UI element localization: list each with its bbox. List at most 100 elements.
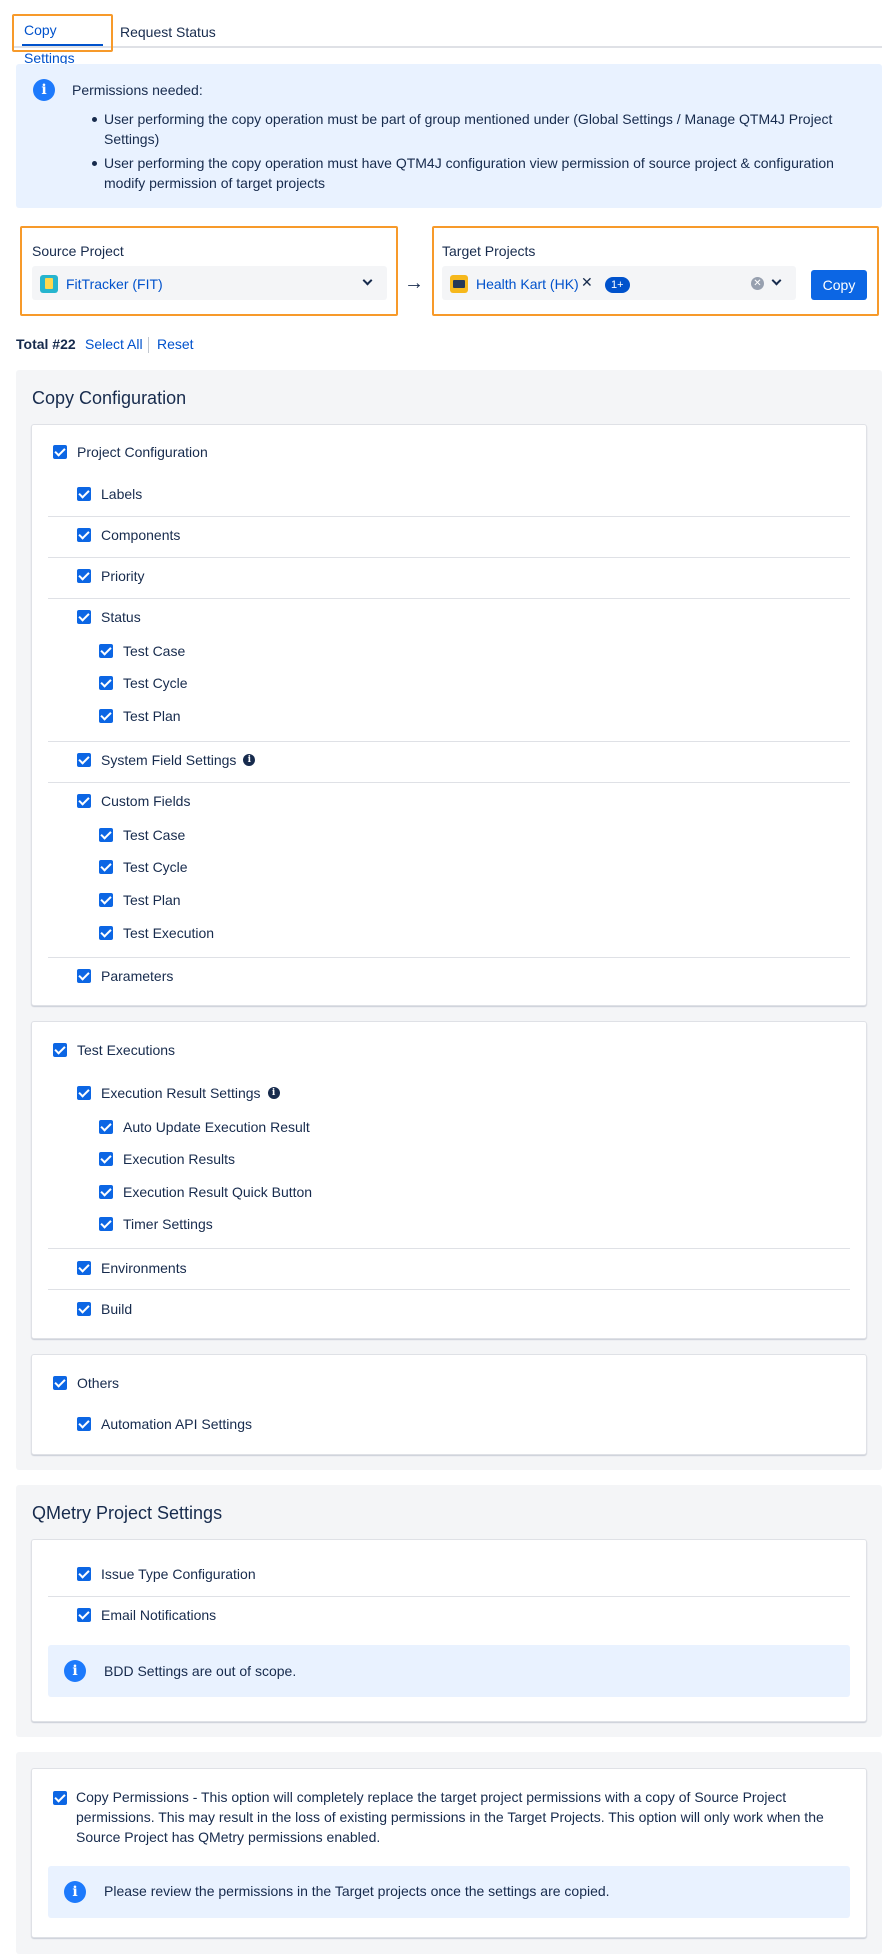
custom-test-cycle-checkbox[interactable]: Test Cycle [99, 859, 188, 875]
clear-icon[interactable]: ✕ [751, 277, 764, 290]
checkbox-label: Auto Update Execution Result [123, 1119, 310, 1135]
components-checkbox[interactable]: Components [77, 527, 180, 543]
divider [48, 741, 850, 742]
checkbox[interactable] [77, 1086, 91, 1100]
build-checkbox[interactable]: Build [77, 1301, 132, 1317]
checkbox[interactable] [99, 926, 113, 940]
checkbox[interactable] [77, 1567, 91, 1581]
checkbox[interactable] [77, 969, 91, 983]
checkbox[interactable] [53, 445, 67, 459]
checkbox-label: Issue Type Configuration [101, 1566, 256, 1582]
checkbox-label: Timer Settings [123, 1216, 213, 1232]
custom-test-execution-checkbox[interactable]: Test Execution [99, 925, 214, 941]
priority-checkbox[interactable]: Priority [77, 568, 145, 584]
status-test-case-checkbox[interactable]: Test Case [99, 643, 185, 659]
permission-bullet-1: User performing the copy operation must … [104, 111, 833, 147]
timer-settings-checkbox[interactable]: Timer Settings [99, 1216, 213, 1232]
copy-button[interactable]: Copy [811, 270, 867, 300]
copy-permissions-checkbox[interactable] [53, 1791, 67, 1805]
checkbox[interactable] [77, 1608, 91, 1622]
execution-result-quick-button-checkbox[interactable]: Execution Result Quick Button [99, 1184, 312, 1200]
select-all-link[interactable]: Select All [85, 336, 143, 352]
checkbox-label: Others [77, 1375, 120, 1391]
checkbox[interactable] [77, 1261, 91, 1275]
custom-test-plan-checkbox[interactable]: Test Plan [99, 892, 181, 908]
email-notifications-checkbox[interactable]: Email Notifications [77, 1607, 216, 1623]
divider [48, 957, 850, 958]
checkbox-label: Execution Results [123, 1151, 236, 1167]
execution-result-settings-checkbox[interactable]: Execution Result Settings i [77, 1085, 280, 1101]
more-projects-badge: 1+ [605, 277, 630, 293]
checkbox[interactable] [99, 893, 113, 907]
divider [48, 557, 850, 558]
checkbox[interactable] [99, 860, 113, 874]
info-icon[interactable]: i [243, 754, 256, 766]
others-checkbox[interactable]: Others [53, 1375, 119, 1391]
checkbox-label: Parameters [101, 968, 174, 984]
checkbox[interactable] [77, 1417, 91, 1431]
reset-link[interactable]: Reset [157, 336, 194, 352]
environments-checkbox[interactable]: Environments [77, 1260, 187, 1276]
checkbox[interactable] [99, 709, 113, 723]
target-projects-label: Target Projects [442, 243, 536, 259]
checkbox-label: Test Cycle [123, 859, 188, 875]
review-permissions-note-text: Please review the permissions in the Tar… [104, 1883, 610, 1899]
checkbox[interactable] [77, 753, 91, 767]
checkbox[interactable] [99, 644, 113, 658]
parameters-checkbox[interactable]: Parameters [77, 968, 173, 984]
status-checkbox[interactable]: Status [77, 609, 141, 625]
checkbox[interactable] [77, 794, 91, 808]
checkbox[interactable] [77, 528, 91, 542]
auto-update-execution-result-checkbox[interactable]: Auto Update Execution Result [99, 1119, 310, 1135]
fittracker-project-icon [40, 275, 58, 293]
checkbox[interactable] [99, 1185, 113, 1199]
bullet [92, 161, 97, 166]
test-executions-card [31, 1021, 867, 1339]
checkbox[interactable] [77, 569, 91, 583]
checkbox[interactable] [99, 1120, 113, 1134]
status-test-cycle-checkbox[interactable]: Test Cycle [99, 675, 188, 691]
source-project-label: Source Project [32, 243, 124, 259]
info-icon[interactable]: i [267, 1087, 280, 1099]
copy-configuration-title: Copy Configuration [32, 388, 187, 408]
tab-request-status[interactable]: Request Status [120, 18, 216, 50]
custom-fields-checkbox[interactable]: Custom Fields [77, 793, 190, 809]
execution-results-checkbox[interactable]: Execution Results [99, 1151, 235, 1167]
total-count: Total #22 [16, 336, 76, 352]
checkbox-label: Test Plan [123, 892, 181, 908]
system-field-settings-checkbox[interactable]: System Field Settings i [77, 752, 256, 768]
bullet [92, 117, 97, 122]
checkbox[interactable] [77, 1302, 91, 1316]
checkbox-label: System Field Settings [101, 752, 237, 768]
labels-checkbox[interactable]: Labels [77, 486, 142, 502]
checkbox[interactable] [99, 676, 113, 690]
checkbox[interactable] [53, 1376, 67, 1390]
checkbox-label: Custom Fields [101, 793, 191, 809]
checkbox[interactable] [99, 828, 113, 842]
checkbox[interactable] [77, 610, 91, 624]
tab-copy-settings[interactable]: Copy Settings [12, 14, 113, 66]
checkbox[interactable] [99, 1152, 113, 1166]
divider [48, 782, 850, 783]
checkbox-label: Components [101, 527, 181, 543]
automation-api-settings-checkbox[interactable]: Automation API Settings [77, 1416, 252, 1432]
checkbox-label: Execution Result Settings [101, 1085, 261, 1101]
remove-tag-icon[interactable]: ✕ [581, 274, 593, 291]
status-test-plan-checkbox[interactable]: Test Plan [99, 708, 181, 724]
healthkart-project-icon [450, 275, 468, 293]
target-project-value: Health Kart (HK) [476, 276, 579, 292]
checkbox[interactable] [99, 1217, 113, 1231]
qmetry-project-settings-title: QMetry Project Settings [32, 1503, 223, 1523]
checkbox-label: Environments [101, 1260, 187, 1276]
custom-test-case-checkbox[interactable]: Test Case [99, 827, 185, 843]
test-executions-checkbox[interactable]: Test Executions [53, 1042, 175, 1058]
project-configuration-checkbox[interactable]: Project Configuration [53, 444, 208, 460]
issue-type-configuration-checkbox[interactable]: Issue Type Configuration [77, 1566, 256, 1582]
checkbox[interactable] [53, 1043, 67, 1057]
checkbox[interactable] [77, 487, 91, 501]
checkbox-label: Status [101, 609, 141, 625]
checkbox-label: Project Configuration [77, 444, 208, 460]
checkbox-label: Build [101, 1301, 133, 1317]
checkbox-label: Test Plan [123, 708, 181, 724]
others-card [31, 1354, 867, 1455]
